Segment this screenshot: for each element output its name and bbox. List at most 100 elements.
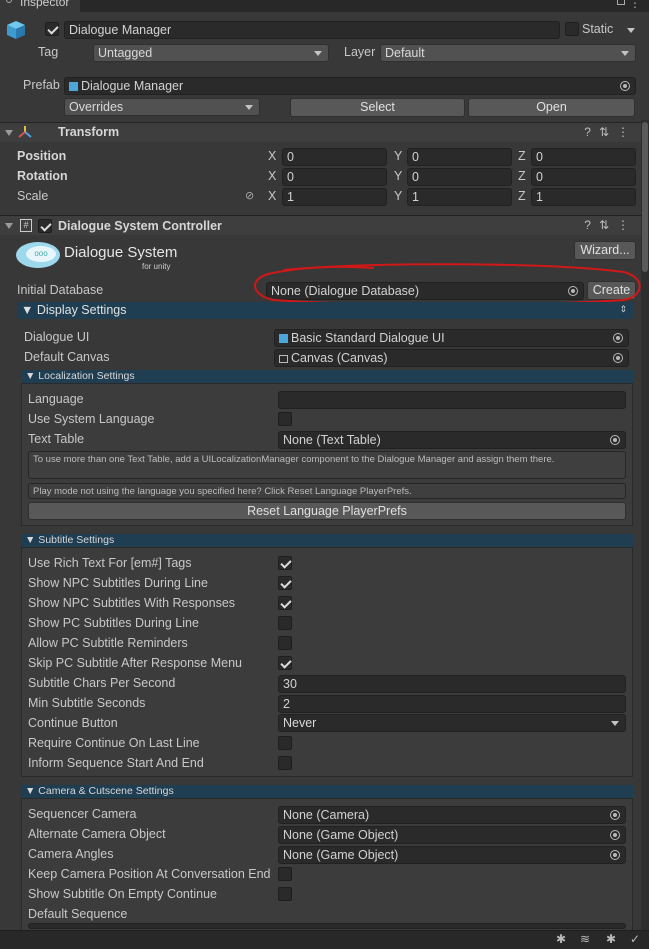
inform-sequence-label: Inform Sequence Start And End bbox=[28, 756, 204, 770]
prefab-value: Dialogue Manager bbox=[81, 79, 184, 93]
canvas-icon bbox=[279, 355, 288, 363]
axis-z-label: Z bbox=[518, 149, 526, 163]
transform-header[interactable]: Transform ?⇅⋮ bbox=[0, 122, 649, 142]
camera-angles-label: Camera Angles bbox=[28, 847, 114, 861]
alternate-camera-value: None (Game Object) bbox=[283, 828, 399, 842]
object-picker-icon[interactable] bbox=[613, 333, 623, 343]
debug-icon[interactable]: ✱ bbox=[606, 932, 616, 946]
inspector-tab[interactable]: Inspector bbox=[0, 0, 80, 12]
dialogue-ui-label: Dialogue UI bbox=[24, 330, 90, 344]
display-settings-header[interactable]: ▼ Display Settings ⇕ bbox=[17, 302, 633, 319]
component-enabled-checkbox[interactable] bbox=[38, 219, 52, 233]
scrollbar-thumb[interactable] bbox=[642, 122, 648, 272]
controller-header[interactable]: # Dialogue System Controller ?⇅⋮ bbox=[0, 215, 649, 235]
pc-reminders-label: Allow PC Subtitle Reminders bbox=[28, 636, 188, 650]
object-picker-icon[interactable] bbox=[620, 81, 630, 91]
rich-text-label: Use Rich Text For [em#] Tags bbox=[28, 556, 192, 570]
subtitle-settings-header[interactable]: ▼ Subtitle Settings bbox=[21, 534, 633, 547]
default-sequence-field[interactable] bbox=[28, 923, 626, 929]
pc-during-line-label: Show PC Subtitles During Line bbox=[28, 616, 199, 630]
camera-settings-header[interactable]: ▼ Camera & Cutscene Settings bbox=[21, 785, 633, 798]
scale-x-field[interactable]: 1 bbox=[282, 188, 387, 206]
layers-icon[interactable]: ≋ bbox=[580, 932, 590, 946]
dialogue-system-logo: ooo Dialogue System for unity bbox=[14, 240, 194, 272]
skip-pc-subtitle-checkbox[interactable] bbox=[278, 656, 292, 670]
npc-with-responses-checkbox[interactable] bbox=[278, 596, 292, 610]
axis-x-label: X bbox=[268, 169, 277, 183]
prefab-field[interactable]: Dialogue Manager bbox=[64, 77, 636, 95]
sequencer-camera-value: None (Camera) bbox=[283, 808, 370, 822]
alternate-camera-field[interactable]: None (Game Object) bbox=[278, 826, 626, 844]
language-field[interactable] bbox=[278, 391, 626, 409]
vertical-scrollbar[interactable] bbox=[641, 120, 649, 930]
use-system-language-checkbox[interactable] bbox=[278, 412, 292, 426]
position-z-field[interactable]: 0 bbox=[531, 148, 636, 166]
pc-during-line-checkbox[interactable] bbox=[278, 616, 292, 630]
fold-triangle-icon bbox=[5, 130, 13, 136]
open-button[interactable]: Open bbox=[468, 98, 635, 117]
default-canvas-field[interactable]: Canvas (Canvas) bbox=[274, 349, 629, 367]
empty-continue-checkbox[interactable] bbox=[278, 887, 292, 901]
require-continue-checkbox[interactable] bbox=[278, 736, 292, 750]
chevron-down-icon bbox=[314, 51, 322, 56]
skip-pc-subtitle-label: Skip PC Subtitle After Response Menu bbox=[28, 656, 243, 670]
rotation-y-field[interactable]: 0 bbox=[407, 168, 512, 186]
select-button[interactable]: Select bbox=[290, 98, 465, 117]
object-picker-icon[interactable] bbox=[610, 830, 620, 840]
scale-z-field[interactable]: 1 bbox=[531, 188, 636, 206]
rotation-label: Rotation bbox=[17, 169, 68, 183]
position-x-field[interactable]: 0 bbox=[282, 148, 387, 166]
rich-text-checkbox[interactable] bbox=[278, 556, 292, 570]
dialogue-ui-field[interactable]: Basic Standard Dialogue UI bbox=[274, 329, 629, 347]
layer-dropdown[interactable]: Default bbox=[380, 44, 636, 62]
position-y-field[interactable]: 0 bbox=[407, 148, 512, 166]
gameobject-name-field[interactable]: Dialogue Manager bbox=[64, 21, 560, 39]
tab-menu-icon[interactable]: ⋮ bbox=[629, 0, 641, 10]
alternate-camera-label: Alternate Camera Object bbox=[28, 827, 166, 841]
camera-angles-field[interactable]: None (Game Object) bbox=[278, 846, 626, 864]
continue-button-dropdown[interactable]: Never bbox=[278, 714, 626, 732]
scale-y-field[interactable]: 1 bbox=[407, 188, 512, 206]
sequencer-camera-field[interactable]: None (Camera) bbox=[278, 806, 626, 824]
object-picker-icon[interactable] bbox=[610, 850, 620, 860]
default-canvas-label: Default Canvas bbox=[24, 350, 110, 364]
rotation-x-field[interactable]: 0 bbox=[282, 168, 387, 186]
chars-per-second-field[interactable]: 30 bbox=[278, 675, 626, 693]
npc-during-line-checkbox[interactable] bbox=[278, 576, 292, 590]
min-seconds-field[interactable]: 2 bbox=[278, 695, 626, 713]
inform-sequence-checkbox[interactable] bbox=[278, 756, 292, 770]
text-table-label: Text Table bbox=[28, 432, 85, 446]
camera-angles-value: None (Game Object) bbox=[283, 848, 399, 862]
text-table-field[interactable]: None (Text Table) bbox=[278, 431, 626, 449]
reset-language-button[interactable]: Reset Language PlayerPrefs bbox=[28, 502, 626, 520]
static-checkbox[interactable] bbox=[565, 22, 579, 36]
min-seconds-label: Min Subtitle Seconds bbox=[28, 696, 146, 710]
speech-bubble-inner: ooo bbox=[26, 246, 56, 262]
overrides-dropdown[interactable]: Overrides bbox=[64, 98, 260, 116]
object-picker-icon[interactable] bbox=[610, 810, 620, 820]
tag-dropdown[interactable]: Untagged bbox=[93, 44, 329, 62]
link-icon[interactable]: ⊘ bbox=[245, 189, 254, 202]
lock-icon[interactable] bbox=[617, 0, 625, 5]
object-picker-icon[interactable] bbox=[613, 353, 623, 363]
wizard-button[interactable]: Wizard... bbox=[574, 241, 636, 260]
npc-with-responses-label: Show NPC Subtitles With Responses bbox=[28, 596, 236, 610]
keep-camera-checkbox[interactable] bbox=[278, 867, 292, 881]
axis-x-label: X bbox=[268, 149, 277, 163]
object-picker-icon[interactable] bbox=[610, 435, 620, 445]
npc-during-line-label: Show NPC Subtitles During Line bbox=[28, 576, 208, 590]
inspector-tab-icon bbox=[6, 0, 12, 3]
gameobject-cube-icon bbox=[6, 20, 26, 40]
axis-y-label: Y bbox=[394, 189, 403, 203]
rotation-z-field[interactable]: 0 bbox=[531, 168, 636, 186]
active-checkbox[interactable] bbox=[45, 22, 59, 36]
static-dropdown-icon[interactable] bbox=[627, 28, 635, 33]
pc-reminders-checkbox[interactable] bbox=[278, 636, 292, 650]
component-header-icons[interactable]: ?⇅⋮ bbox=[584, 218, 637, 232]
component-header-icons[interactable]: ?⇅⋮ bbox=[584, 125, 637, 139]
bug-icon[interactable]: ✱ bbox=[556, 932, 566, 946]
keep-camera-label: Keep Camera Position At Conversation End bbox=[28, 867, 271, 881]
check-status-icon[interactable]: ✓ bbox=[630, 932, 640, 946]
localization-settings-header[interactable]: ▼ Localization Settings bbox=[21, 370, 633, 383]
controller-title: Dialogue System Controller bbox=[58, 219, 222, 233]
